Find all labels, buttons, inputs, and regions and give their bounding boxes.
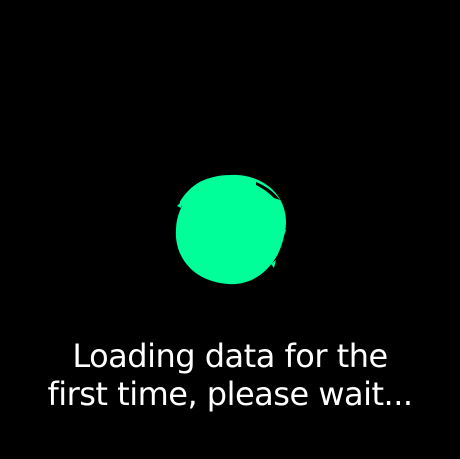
spinner-blob-edge-4: [177, 201, 182, 208]
loading-screen: Loading data for the first time, please …: [0, 0, 460, 459]
loading-message: Loading data for the first time, please …: [0, 337, 460, 413]
loading-message-line-1: Loading data for the: [72, 337, 388, 375]
loading-message-line-2: first time, please wait...: [47, 375, 413, 413]
loading-spinner-icon: [170, 170, 290, 290]
